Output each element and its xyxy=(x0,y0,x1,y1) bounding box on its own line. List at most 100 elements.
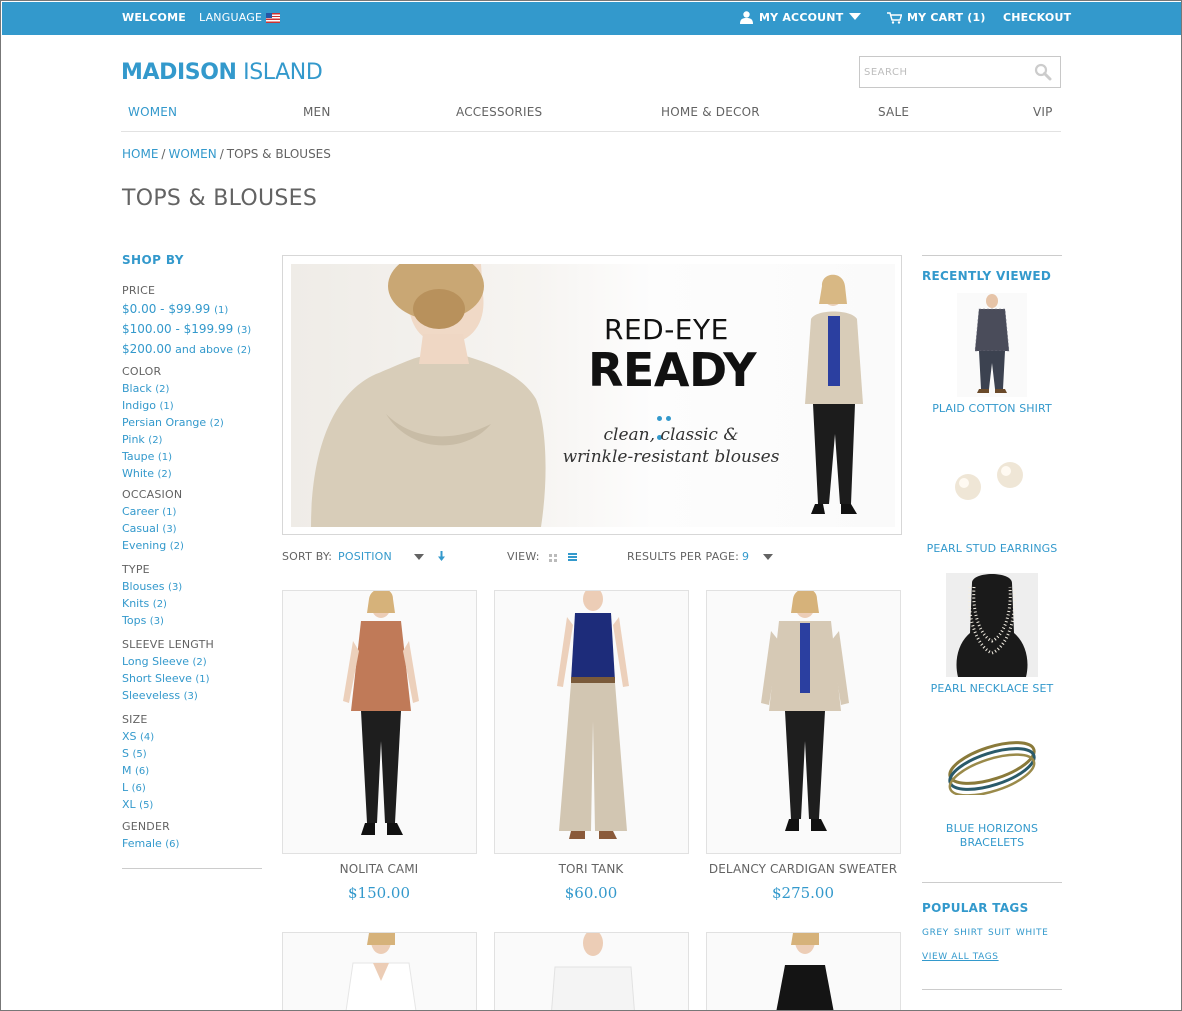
results-per-page-select[interactable]: 9 xyxy=(742,550,749,563)
checkout-link[interactable]: CHECKOUT xyxy=(1003,11,1071,24)
tag-link[interactable]: SUIT xyxy=(988,928,1011,938)
product-image[interactable] xyxy=(282,590,477,854)
search-icon[interactable] xyxy=(1034,63,1052,81)
filter-option-label: S xyxy=(122,747,129,760)
filter-option[interactable]: Indigo (1) xyxy=(122,398,272,415)
filter-option[interactable]: Tops (3) xyxy=(122,613,272,630)
product-name[interactable]: NOLITA CAMI xyxy=(274,862,484,876)
filter-option[interactable]: Blouses (3) xyxy=(122,579,272,596)
filter-title: GENDER xyxy=(122,820,170,833)
banner-headline-2: READY xyxy=(588,343,757,397)
user-icon[interactable] xyxy=(740,11,753,24)
recently-viewed-name-line-2: BRACELETS xyxy=(959,836,1025,849)
tag-link[interactable]: GREY xyxy=(922,928,949,938)
nav-women[interactable]: WOMEN xyxy=(128,105,177,119)
filter-option[interactable]: Casual (3) xyxy=(122,521,272,538)
breadcrumb-home[interactable]: HOME xyxy=(122,147,158,161)
filter-option[interactable]: $200.00 and above (2) xyxy=(122,340,272,360)
nav-accessories[interactable]: ACCESSORIES xyxy=(456,105,542,119)
filter-option[interactable]: Persian Orange (2) xyxy=(122,415,272,432)
search-input[interactable] xyxy=(864,64,1024,80)
tag-link[interactable]: SHIRT xyxy=(954,928,983,938)
breadcrumb-separator: / xyxy=(161,147,166,161)
results-dropdown-icon[interactable] xyxy=(763,554,773,560)
sidebar-divider xyxy=(922,255,1062,256)
filter-option[interactable]: Career (1) xyxy=(122,504,272,521)
filter-option[interactable]: Sleeveless (3) xyxy=(122,688,272,705)
recently-viewed-thumbnail[interactable] xyxy=(957,293,1027,397)
filter-option[interactable]: Short Sleeve (1) xyxy=(122,671,272,688)
recently-viewed-name[interactable]: PEARL STUD EARRINGS xyxy=(922,542,1062,556)
list-view-icon[interactable] xyxy=(568,553,577,561)
product-photo xyxy=(495,591,688,853)
product-image[interactable] xyxy=(494,590,689,854)
filter-option[interactable]: $100.00 - $199.99 (3) xyxy=(122,320,272,340)
product-image[interactable] xyxy=(494,932,689,1010)
product-name[interactable]: TORI TANK xyxy=(486,862,696,876)
language-switcher[interactable]: LANGUAGE xyxy=(199,11,262,24)
sort-dropdown-icon[interactable] xyxy=(414,554,424,560)
filter-option-label: Indigo xyxy=(122,399,156,412)
filter-option[interactable]: XL (5) xyxy=(122,797,272,814)
nav-vip[interactable]: VIP xyxy=(1033,105,1053,119)
grid-view-icon[interactable] xyxy=(549,554,557,562)
filter-option[interactable]: S (5) xyxy=(122,746,272,763)
filter-option-count: (1) xyxy=(157,452,173,463)
view-all-tags-link[interactable]: VIEW ALL TAGS xyxy=(922,952,999,962)
breadcrumb-women[interactable]: WOMEN xyxy=(168,147,216,161)
recently-viewed-name[interactable]: PEARL NECKLACE SET xyxy=(922,682,1062,696)
product-image[interactable] xyxy=(282,932,477,1010)
product-name[interactable]: DELANCY CARDIGAN SWEATER xyxy=(698,862,908,876)
search-box xyxy=(859,56,1061,88)
filter-option[interactable]: Black (2) xyxy=(122,381,272,398)
filter-option-count: (3) xyxy=(237,325,252,336)
sidebar-divider xyxy=(922,882,1062,883)
filter-option[interactable]: $0.00 - $99.99 (1) xyxy=(122,300,272,320)
my-account-button[interactable]: MY ACCOUNT xyxy=(759,11,862,24)
us-flag-icon[interactable] xyxy=(266,13,280,23)
filter-option[interactable]: White (2) xyxy=(122,466,272,483)
banner-subtitle-line-2: wrinkle-resistant blouses xyxy=(562,447,780,467)
shop-by-heading: SHOP BY xyxy=(122,253,184,267)
sort-select[interactable]: POSITION xyxy=(338,550,392,563)
nav-men[interactable]: MEN xyxy=(303,105,331,119)
filter-option[interactable]: Knits (2) xyxy=(122,596,272,613)
filter-option[interactable]: M (6) xyxy=(122,763,272,780)
nav-home-decor[interactable]: HOME & DECOR xyxy=(661,105,760,119)
filter-option[interactable]: Taupe (1) xyxy=(122,449,272,466)
recently-viewed-thumbnail[interactable] xyxy=(946,573,1038,677)
filter-option[interactable]: Female (6) xyxy=(122,836,272,853)
cart-icon[interactable] xyxy=(887,12,902,24)
recently-viewed-thumbnail[interactable] xyxy=(946,441,1038,521)
filter-title: SIZE xyxy=(122,713,148,726)
sidebar-divider xyxy=(922,989,1062,990)
banner-subtitle: clean, classic & wrinkle-resistant blous… xyxy=(561,424,781,468)
sort-direction-icon[interactable] xyxy=(437,551,446,562)
filter-option-label: Black xyxy=(122,382,152,395)
filter-option-label: XL xyxy=(122,798,136,811)
filter-option[interactable]: XS (4) xyxy=(122,729,272,746)
product-price: $150.00 xyxy=(347,884,411,902)
filter-option-label: Persian Orange xyxy=(122,416,207,429)
filter-gender: GENDER Female (6) xyxy=(122,820,272,853)
recently-viewed-name[interactable]: BLUE HORIZONS BRACELETS xyxy=(922,822,1062,850)
my-cart-link[interactable]: MY CART (1) xyxy=(907,11,986,24)
filter-option[interactable]: Pink (2) xyxy=(122,432,272,449)
filter-option[interactable]: L (6) xyxy=(122,780,272,797)
filter-option-count: (6) xyxy=(165,839,180,850)
banner-subtitle-line-1: clean, classic & xyxy=(603,425,739,445)
filter-option[interactable]: Evening (2) xyxy=(122,538,272,555)
product-image[interactable] xyxy=(706,932,901,1010)
welcome-link[interactable]: WELCOME xyxy=(122,11,186,24)
filter-option[interactable]: Long Sleeve (2) xyxy=(122,654,272,671)
product-image[interactable] xyxy=(706,590,901,854)
page-title: TOPS & BLOUSES xyxy=(122,186,318,211)
nav-sale[interactable]: SALE xyxy=(878,105,909,119)
site-logo[interactable]: MADISON ISLAND xyxy=(121,60,323,85)
breadcrumb-separator: / xyxy=(219,147,224,161)
recently-viewed-thumbnail[interactable] xyxy=(942,725,1042,795)
recently-viewed-name[interactable]: PLAID COTTON SHIRT xyxy=(922,402,1062,416)
tag-link[interactable]: WHITE xyxy=(1016,928,1049,938)
filter-option-label: Career xyxy=(122,505,159,518)
popular-tags-heading: POPULAR TAGS xyxy=(922,901,1029,915)
